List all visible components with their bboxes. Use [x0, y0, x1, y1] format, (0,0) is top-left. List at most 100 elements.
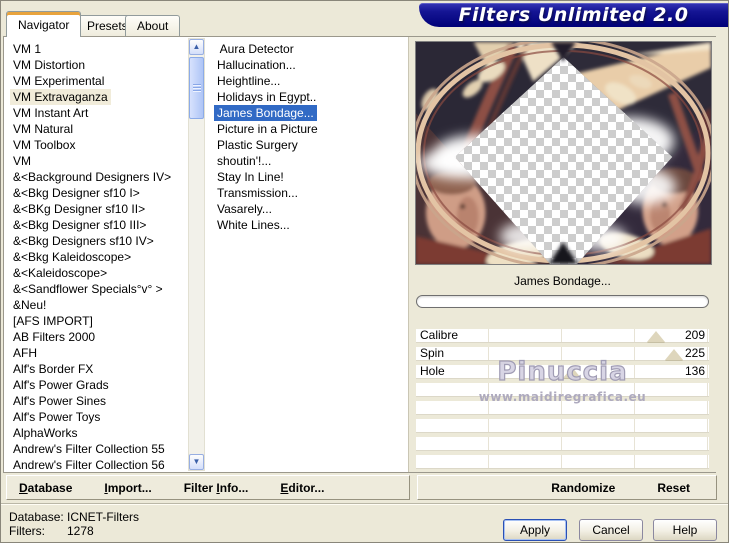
category-item[interactable]: VM Toolbox	[10, 137, 78, 153]
slider-label: Spin	[420, 346, 445, 360]
filter-item[interactable]: Aura Detector	[214, 41, 297, 57]
category-item[interactable]: [AFS IMPORT]	[10, 313, 96, 329]
randomize-button[interactable]: Randomize	[551, 481, 615, 495]
category-item[interactable]: VM Natural	[10, 121, 76, 137]
help-button[interactable]: Help	[653, 519, 717, 541]
slider-row[interactable]	[416, 383, 709, 396]
app-title: Filters Unlimited 2.0	[458, 4, 689, 26]
status-database-label: Database:	[9, 510, 64, 524]
category-item[interactable]: VM	[10, 153, 34, 169]
category-item[interactable]: AB Filters 2000	[10, 329, 98, 345]
filter-item[interactable]: White Lines...	[214, 217, 293, 233]
import-button[interactable]: Import...	[104, 481, 151, 495]
category-item[interactable]: &<Background Designers IV>	[10, 169, 174, 185]
scroll-up-button[interactable]: ▲	[189, 39, 204, 55]
category-scrollbar[interactable]: ▲ ▼	[188, 38, 205, 471]
slider-label: Calibre	[420, 328, 459, 342]
filter-item[interactable]: Plastic Surgery	[214, 137, 301, 153]
category-item[interactable]: AlphaWorks	[10, 425, 80, 441]
category-item[interactable]: Alf's Border FX	[10, 361, 96, 377]
cancel-button[interactable]: Cancel	[579, 519, 643, 541]
category-list[interactable]: VM 1 VM Distortion VM Experimental VM Extra…	[10, 41, 186, 471]
tab-presets-label: Presets	[87, 19, 128, 33]
status-database-value: ICNET-Filters	[67, 510, 139, 524]
progress-bar	[416, 295, 709, 308]
slider-marker-icon[interactable]	[665, 349, 684, 360]
filter-info-button[interactable]: Filter Info...	[184, 481, 249, 495]
category-item[interactable]: VM Extravaganza	[10, 89, 111, 105]
category-item[interactable]: &Neu!	[10, 297, 49, 313]
filter-item[interactable]: Vasarely...	[214, 201, 275, 217]
category-item[interactable]: Alf's Power Toys	[10, 409, 103, 425]
tab-navigator[interactable]: Navigator	[6, 11, 82, 37]
preview-canvas[interactable]	[415, 41, 712, 265]
slider-row[interactable]	[416, 455, 709, 468]
status-bar: Database: ICNET-Filters Filters: 1278 Ap…	[1, 503, 728, 542]
slider-row[interactable]: Spin 225	[416, 347, 709, 360]
slider-marker-icon[interactable]	[563, 367, 582, 378]
category-item[interactable]: Alf's Power Grads	[10, 377, 112, 393]
database-button[interactable]: Database	[19, 481, 72, 495]
tab-about-label: About	[137, 19, 169, 33]
slider-value: 209	[684, 328, 705, 342]
tab-navigator-label: Navigator	[18, 17, 70, 32]
filter-item[interactable]: Heightline...	[214, 73, 283, 89]
category-item[interactable]: &<Sandflower Specials°v° >	[10, 281, 166, 297]
scrollbar-grip-icon	[193, 84, 201, 93]
category-item[interactable]: &<Bkg Designer sf10 III>	[10, 217, 149, 233]
category-item[interactable]: &<BKg Designer sf10 II>	[10, 201, 148, 217]
category-item[interactable]: &<Bkg Kaleidoscope>	[10, 249, 134, 265]
label-part: ditor...	[288, 480, 325, 495]
slider-row[interactable]	[416, 401, 709, 414]
main-panel: VM 1 VM Distortion VM Experimental VM Extra…	[3, 36, 716, 473]
label-part: atabase	[27, 480, 73, 495]
label-part: Filter	[183, 480, 217, 495]
tab-bar: Navigator Presets About Filters Unlimite…	[1, 1, 728, 37]
category-item[interactable]: &<Kaleidoscope>	[10, 265, 110, 281]
filter-item[interactable]: Stay In Line!	[214, 169, 287, 185]
slider-row[interactable]: Calibre 209	[416, 329, 709, 342]
slider-marker-icon[interactable]	[647, 331, 666, 342]
left-toolbar: Database Import... Filter Info... Editor…	[6, 475, 410, 500]
tab-about[interactable]: About	[125, 15, 181, 36]
reset-button[interactable]: Reset	[657, 481, 690, 495]
preview-pane: James Bondage... Calibre 209 Spin 225 Hole 13…	[408, 37, 716, 472]
status-filters-value: 1278	[67, 524, 94, 538]
category-item[interactable]: VM Distortion	[10, 57, 88, 73]
filter-item[interactable]: Hallucination...	[214, 57, 299, 73]
category-item[interactable]: &<Bkg Designers sf10 IV>	[10, 233, 157, 249]
slider-label: Hole	[420, 364, 445, 378]
category-item[interactable]: Andrew's Filter Collection 56	[10, 457, 168, 471]
slider-rows: Calibre 209 Spin 225 Hole 136	[416, 329, 709, 473]
slider-row[interactable]: Hole 136	[416, 365, 709, 378]
title-banner: Filters Unlimited 2.0	[419, 3, 728, 27]
filter-item[interactable]: Holidays in Egypt..	[214, 89, 319, 105]
scroll-down-button[interactable]: ▼	[189, 454, 204, 470]
scrollbar-thumb[interactable]	[189, 57, 204, 119]
label-part: D	[19, 480, 28, 495]
scroll-down-icon: ▼	[192, 457, 201, 466]
filter-item[interactable]: Transmission...	[214, 185, 301, 201]
slider-row[interactable]	[416, 437, 709, 450]
slider-row[interactable]	[416, 419, 709, 432]
category-item[interactable]: Alf's Power Sines	[10, 393, 109, 409]
category-item[interactable]: Andrew's Filter Collection 55	[10, 441, 168, 457]
status-filters-label: Filters:	[9, 524, 45, 538]
filters-unlimited-window: Navigator Presets About Filters Unlimite…	[0, 0, 729, 543]
label-part: mport...	[107, 480, 152, 495]
category-item[interactable]: VM Experimental	[10, 73, 107, 89]
category-item[interactable]: &<Bkg Designer sf10 I>	[10, 185, 143, 201]
right-toolbar: Randomize Reset	[417, 475, 717, 500]
frame-preview-graphic	[416, 42, 711, 264]
category-item[interactable]: VM 1	[10, 41, 44, 57]
filter-item[interactable]: Picture in a Picture	[214, 121, 321, 137]
editor-button[interactable]: Editor...	[280, 481, 324, 495]
filter-item[interactable]: shoutin'!...	[214, 153, 274, 169]
apply-button[interactable]: Apply	[503, 519, 567, 541]
filter-item[interactable]: James Bondage...	[214, 105, 317, 121]
filter-list[interactable]: Aura Detector Hallucination... Heightline.…	[214, 41, 407, 471]
slider-value: 136	[684, 364, 705, 378]
status-info: Database: ICNET-Filters Filters: 1278	[9, 510, 139, 538]
category-item[interactable]: AFH	[10, 345, 40, 361]
category-item[interactable]: VM Instant Art	[10, 105, 91, 121]
